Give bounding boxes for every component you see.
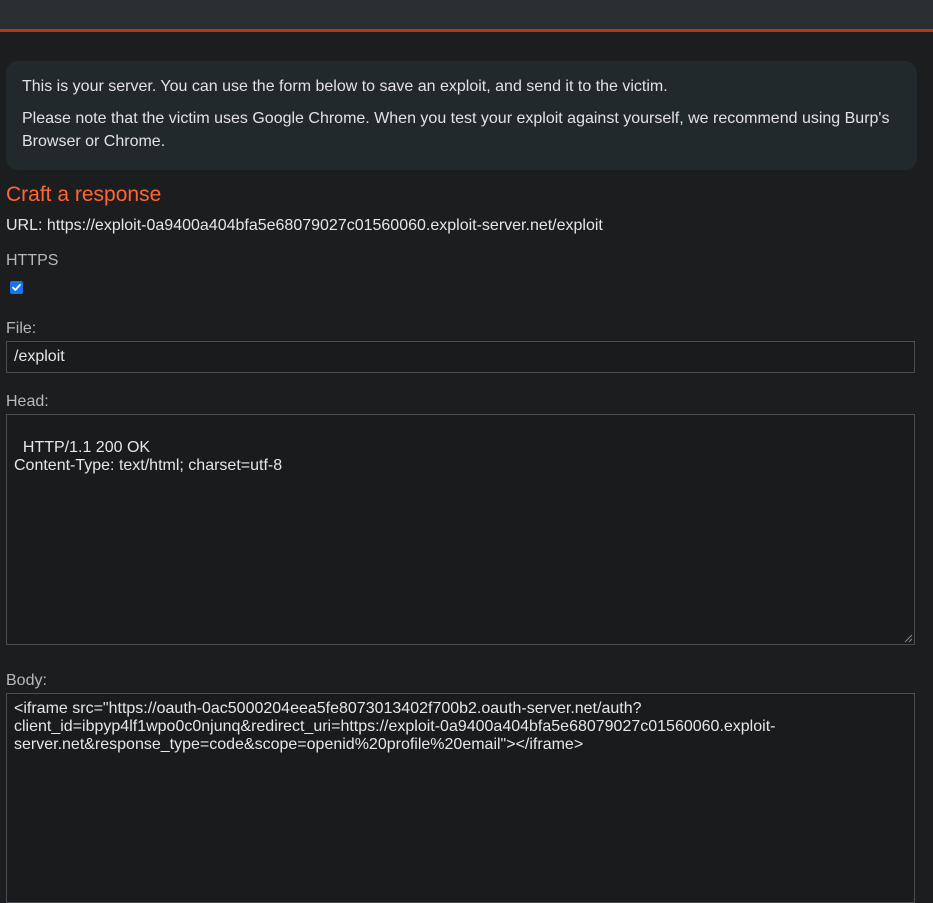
file-input[interactable]: /exploit bbox=[6, 341, 915, 373]
exploit-url-text: URL: https://exploit-0a9400a404bfa5e6807… bbox=[6, 217, 603, 234]
craft-response-heading: Craft a response bbox=[6, 183, 162, 206]
head-textarea[interactable]: HTTP/1.1 200 OK Content-Type: text/html;… bbox=[6, 414, 915, 645]
head-label: Head: bbox=[6, 393, 49, 410]
checkmark-icon bbox=[12, 283, 21, 291]
body-label: Body: bbox=[6, 672, 47, 689]
notice-line-1: This is your server. You can use the for… bbox=[22, 78, 668, 95]
notice-line-2: Please note that the victim uses Google … bbox=[22, 110, 890, 150]
https-label: HTTPS bbox=[6, 252, 59, 269]
server-notice-box: This is your server. You can use the for… bbox=[6, 61, 917, 170]
file-label: File: bbox=[6, 320, 37, 337]
https-checkbox[interactable] bbox=[10, 281, 23, 294]
head-textarea-content: HTTP/1.1 200 OK Content-Type: text/html;… bbox=[14, 439, 283, 474]
body-textarea[interactable]: <iframe src="https://oauth-0ac5000204eea… bbox=[6, 693, 915, 903]
top-header-bar bbox=[0, 0, 933, 32]
resize-grip-icon[interactable] bbox=[904, 634, 913, 643]
